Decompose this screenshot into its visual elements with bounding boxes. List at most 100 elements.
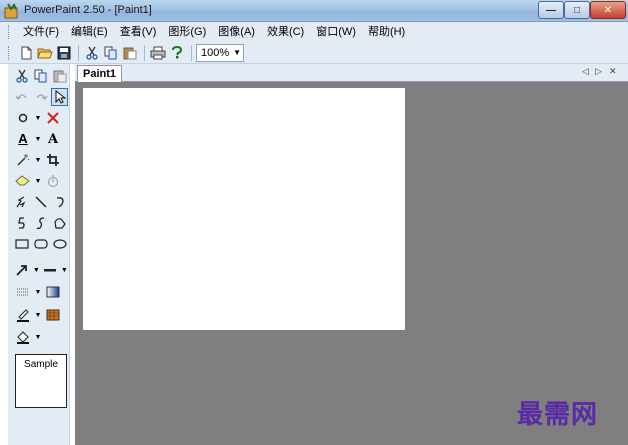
tool-rectangle[interactable] bbox=[14, 235, 31, 253]
menu-image[interactable]: 图像(A) bbox=[212, 23, 261, 41]
tool-bezier[interactable] bbox=[14, 214, 31, 232]
tab-next-icon[interactable]: ▷ bbox=[595, 66, 602, 77]
pen-color-icon bbox=[17, 309, 29, 322]
tool-row-text: A ▼ A bbox=[8, 129, 70, 149]
tool-magic-wand[interactable] bbox=[14, 151, 32, 169]
rounded-rectangle-icon bbox=[34, 239, 48, 249]
minimize-button[interactable]: — bbox=[538, 1, 564, 19]
spline-icon bbox=[36, 217, 45, 230]
tool-crop[interactable] bbox=[44, 151, 62, 169]
line-width-icon bbox=[44, 269, 57, 272]
tool-ellipse[interactable] bbox=[51, 235, 68, 253]
app-icon bbox=[4, 3, 20, 19]
tool-brush-size[interactable] bbox=[14, 109, 32, 127]
tool-cut[interactable] bbox=[14, 67, 31, 85]
main-toolbar: 100% ▼ bbox=[0, 42, 628, 64]
tool-redo[interactable] bbox=[33, 88, 50, 106]
paste-icon bbox=[53, 70, 67, 83]
paste-button[interactable] bbox=[121, 44, 139, 62]
tool-row-bezier bbox=[8, 213, 70, 233]
tool-blob[interactable] bbox=[51, 214, 68, 232]
chevron-down-icon[interactable]: ▼ bbox=[34, 157, 42, 164]
tool-row-history bbox=[8, 87, 70, 107]
arrow-icon bbox=[16, 265, 28, 276]
cut-icon bbox=[86, 46, 98, 60]
open-folder-icon bbox=[37, 48, 53, 58]
toolbar-grip bbox=[8, 45, 11, 60]
tool-stamp[interactable] bbox=[44, 172, 62, 190]
menu-view[interactable]: 查看(V) bbox=[114, 23, 163, 41]
chevron-down-icon[interactable]: ▼ bbox=[61, 267, 68, 274]
toolbar-separator bbox=[78, 44, 79, 61]
tool-text-color[interactable]: A bbox=[14, 130, 32, 148]
menu-shape[interactable]: 图形(G) bbox=[162, 23, 212, 41]
tool-gradient[interactable] bbox=[44, 283, 62, 301]
curve-icon bbox=[56, 197, 64, 208]
tool-delete[interactable] bbox=[44, 109, 62, 127]
title-bar: PowerPaint 2.50 - [Paint1] — □ ✕ bbox=[0, 0, 628, 22]
font-icon: A bbox=[47, 131, 59, 147]
tool-line[interactable] bbox=[33, 193, 50, 211]
tool-undo[interactable] bbox=[14, 88, 31, 106]
tool-arrow-style[interactable] bbox=[14, 261, 31, 279]
chevron-down-icon: ▼ bbox=[233, 47, 241, 57]
sample-label: Sample bbox=[24, 359, 58, 370]
maximize-button[interactable]: □ bbox=[564, 1, 590, 19]
menu-effect[interactable]: 效果(C) bbox=[261, 23, 310, 41]
copy-button[interactable] bbox=[102, 44, 120, 62]
tool-copy[interactable] bbox=[33, 67, 50, 85]
chevron-down-icon[interactable]: ▼ bbox=[34, 136, 42, 143]
chevron-down-icon[interactable]: ▼ bbox=[33, 267, 40, 274]
tool-line-width[interactable] bbox=[42, 261, 59, 279]
tool-fill-bucket[interactable] bbox=[14, 328, 32, 346]
tab-paint1[interactable]: Paint1 bbox=[77, 65, 123, 82]
tool-row-fill: ▼ bbox=[8, 282, 70, 302]
tool-rounded-rectangle[interactable] bbox=[33, 235, 50, 253]
menu-window[interactable]: 窗口(W) bbox=[310, 23, 362, 41]
tool-row-shapes bbox=[8, 234, 70, 254]
menu-help[interactable]: 帮助(H) bbox=[362, 23, 411, 41]
tab-close-icon[interactable]: ✕ bbox=[609, 66, 617, 77]
tool-freehand[interactable] bbox=[14, 193, 31, 211]
copy-icon bbox=[34, 69, 47, 83]
tool-row-bucket: ▼ bbox=[8, 327, 70, 347]
sample-preview: Sample bbox=[15, 354, 67, 408]
save-icon bbox=[57, 46, 71, 59]
tool-pattern[interactable] bbox=[14, 283, 32, 301]
open-button[interactable] bbox=[36, 44, 54, 62]
tab-prev-icon[interactable]: ◁ bbox=[582, 66, 589, 77]
menu-file[interactable]: 文件(F) bbox=[17, 23, 65, 41]
menu-edit[interactable]: 编辑(E) bbox=[65, 23, 114, 41]
chevron-down-icon[interactable]: ▼ bbox=[34, 115, 42, 122]
help-icon bbox=[172, 45, 183, 58]
tool-select[interactable] bbox=[51, 88, 68, 106]
chevron-down-icon[interactable]: ▼ bbox=[34, 334, 42, 341]
tool-row-lines bbox=[8, 192, 70, 212]
cut-button[interactable] bbox=[83, 44, 101, 62]
chevron-down-icon[interactable]: ▼ bbox=[34, 312, 42, 319]
stopwatch-icon bbox=[48, 175, 58, 187]
tool-pen-color[interactable] bbox=[14, 306, 32, 324]
drawing-canvas[interactable] bbox=[83, 88, 405, 330]
tool-texture[interactable] bbox=[44, 306, 62, 324]
zoom-select[interactable]: 100% ▼ bbox=[196, 43, 244, 62]
tool-spline[interactable] bbox=[33, 214, 50, 232]
tool-paste[interactable] bbox=[51, 67, 68, 85]
bezier-icon bbox=[18, 217, 25, 229]
save-button[interactable] bbox=[55, 44, 73, 62]
gradient-icon bbox=[46, 286, 60, 298]
tool-row-color: ▼ bbox=[8, 305, 70, 325]
help-button[interactable] bbox=[168, 44, 186, 62]
toolbar-separator bbox=[144, 44, 145, 61]
pointer-icon bbox=[55, 90, 66, 104]
tool-row-clipboard bbox=[8, 66, 70, 86]
tool-eraser[interactable] bbox=[14, 172, 32, 190]
close-button[interactable]: ✕ bbox=[590, 1, 626, 19]
tool-font[interactable]: A bbox=[44, 130, 62, 148]
tool-curve[interactable] bbox=[51, 193, 68, 211]
tool-row-brush: ▼ bbox=[8, 108, 70, 128]
chevron-down-icon[interactable]: ▼ bbox=[34, 289, 42, 296]
print-button[interactable] bbox=[149, 44, 167, 62]
chevron-down-icon[interactable]: ▼ bbox=[34, 178, 42, 185]
new-file-button[interactable] bbox=[17, 44, 35, 62]
